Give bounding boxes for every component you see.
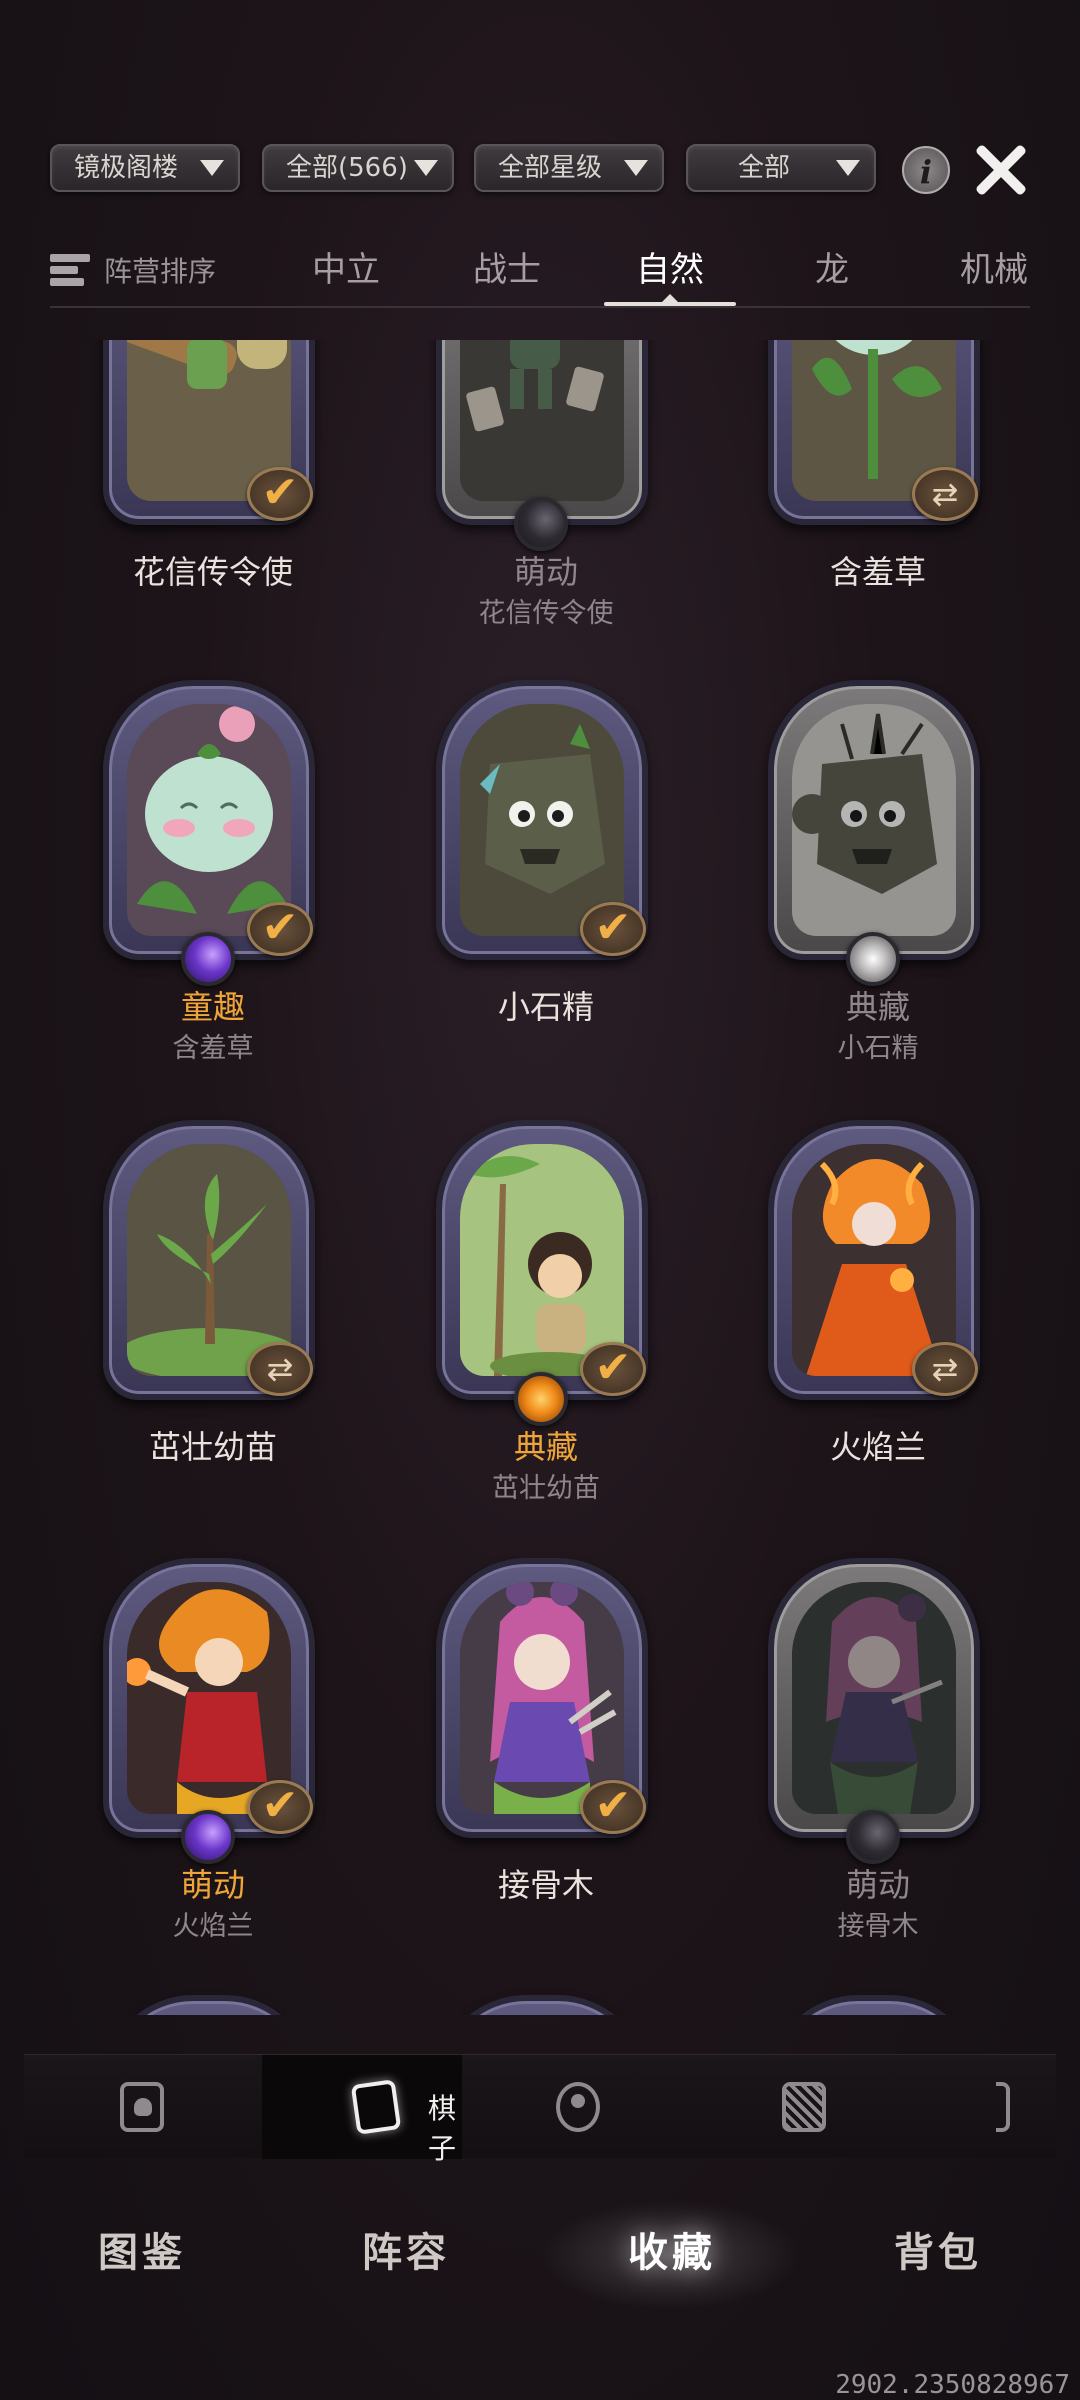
card-name: 含羞草 bbox=[829, 553, 926, 591]
cards-icon bbox=[350, 2079, 402, 2135]
swap-icon: ⇄ bbox=[912, 1342, 978, 1396]
faction-sort-label: 阵营排序 bbox=[104, 255, 217, 288]
card-frame bbox=[103, 1995, 315, 2015]
chevron-down-icon bbox=[414, 160, 438, 176]
card-portrait bbox=[792, 704, 956, 936]
purple-gem-icon bbox=[181, 932, 235, 986]
nav-lineup[interactable]: 阵容 bbox=[306, 2220, 506, 2278]
faction-sort-button[interactable]: 阵营排序 bbox=[50, 246, 216, 294]
floor-filter-dropdown[interactable]: 镜极阁楼 bbox=[50, 144, 240, 192]
swap-icon: ⇄ bbox=[912, 467, 978, 521]
card-base-name: 火焰兰 bbox=[172, 1911, 254, 1942]
avatar-frame-icon bbox=[556, 2082, 600, 2132]
card-base-name: 花信传令使 bbox=[478, 598, 614, 629]
count-filter-dropdown[interactable]: 全部(566) bbox=[262, 144, 454, 192]
tab-mechanical[interactable]: 机械 bbox=[924, 246, 1064, 294]
card-name: 接骨木 bbox=[497, 1866, 594, 1904]
card-base-name: 茁壮幼苗 bbox=[492, 1473, 600, 1504]
card-name: 萌动 bbox=[180, 1866, 245, 1904]
subtab-card-face[interactable] bbox=[754, 2055, 854, 2159]
owned-check-icon: ✔ bbox=[580, 1342, 646, 1396]
chevron-down-icon bbox=[836, 160, 860, 176]
card-name: 典藏 bbox=[845, 988, 910, 1026]
card-name: 火焰兰 bbox=[829, 1428, 926, 1466]
owned-check-icon: ✔ bbox=[247, 902, 313, 956]
card-name: 萌动 bbox=[845, 1866, 910, 1904]
card-frame bbox=[768, 680, 980, 960]
partial-icon bbox=[996, 2082, 1010, 2132]
subtab-pieces[interactable]: 棋子 bbox=[262, 2055, 462, 2165]
silver-gem-icon bbox=[846, 932, 900, 986]
star-filter-dropdown[interactable]: 全部星级 bbox=[474, 144, 664, 192]
card-frame bbox=[768, 1995, 980, 2015]
subtab-pieces-label: 棋子 bbox=[428, 2092, 457, 2165]
owned-check-icon: ✔ bbox=[580, 1780, 646, 1834]
info-icon[interactable]: i bbox=[902, 146, 950, 194]
card-portrait bbox=[792, 1582, 956, 1814]
subtab-avatar-frames[interactable] bbox=[524, 2055, 624, 2159]
card-frame bbox=[436, 1995, 648, 2015]
bottom-nav: 图鉴 阵容 收藏 背包 bbox=[0, 2180, 1080, 2330]
card-base-name: 接骨木 bbox=[837, 1911, 919, 1942]
active-tab-indicator bbox=[604, 294, 736, 306]
subtab-card-backs[interactable] bbox=[94, 2055, 194, 2159]
floor-filter-label: 镜极阁楼 bbox=[74, 153, 179, 183]
card-name: 萌动 bbox=[513, 553, 578, 591]
tab-neutral[interactable]: 中立 bbox=[276, 246, 416, 294]
tab-nature[interactable]: 自然 bbox=[600, 246, 740, 294]
subtab-more[interactable] bbox=[974, 2055, 1034, 2159]
type-filter-dropdown[interactable]: 全部 bbox=[686, 144, 876, 192]
card-name: 小石精 bbox=[497, 988, 594, 1026]
owned-check-icon: ✔ bbox=[580, 902, 646, 956]
card-name: 童趣 bbox=[180, 988, 245, 1026]
faction-tabs: 阵营排序 中立 战士 自然 龙 机械 bbox=[50, 240, 1030, 308]
card-portrait bbox=[792, 1144, 956, 1376]
card-name: 花信传令使 bbox=[132, 553, 293, 591]
nav-backpack[interactable]: 背包 bbox=[838, 2220, 1038, 2278]
filter-bar: 镜极阁楼 全部(566) 全部星级 全部 i bbox=[50, 140, 1030, 202]
collection-subtab-bar: 棋子 bbox=[24, 2054, 1056, 2165]
dark-gem-icon bbox=[514, 497, 568, 551]
card-back-icon bbox=[782, 2082, 826, 2132]
chevron-down-icon bbox=[200, 160, 224, 176]
card-portrait bbox=[460, 340, 624, 501]
purple-gem-icon bbox=[181, 1810, 235, 1864]
orange-gem-icon bbox=[514, 1372, 568, 1426]
owned-check-icon: ✔ bbox=[247, 1780, 313, 1834]
version-label: 2902.2350828967 bbox=[835, 2370, 1070, 2400]
card-frame bbox=[768, 1558, 980, 1838]
card-portrait bbox=[127, 1144, 291, 1376]
card-base-name: 小石精 bbox=[837, 1033, 919, 1064]
star-filter-label: 全部星级 bbox=[498, 153, 603, 183]
tab-dragon[interactable]: 龙 bbox=[762, 246, 902, 294]
owned-check-icon: ✔ bbox=[247, 467, 313, 521]
card-grid[interactable]: ✔ 花信传令使 萌动 花信传令使 ⇄ 含羞草 ✔ 童趣 含羞草 ✔ 小石精 典藏 小石精 ⇄ 茁壮幼苗 ✔ 典藏… bbox=[0, 340, 1080, 2015]
tab-warrior[interactable]: 战士 bbox=[437, 246, 577, 294]
dark-gem-icon bbox=[846, 1810, 900, 1864]
close-icon[interactable] bbox=[970, 140, 1030, 200]
card-ghost-icon bbox=[120, 2082, 164, 2132]
count-filter-label: 全部(566) bbox=[286, 153, 408, 183]
chevron-down-icon bbox=[624, 160, 648, 176]
swap-icon: ⇄ bbox=[247, 1342, 313, 1396]
card-name: 典藏 bbox=[513, 1428, 578, 1466]
card-name: 茁壮幼苗 bbox=[148, 1428, 277, 1466]
nav-handbook[interactable]: 图鉴 bbox=[42, 2220, 242, 2278]
sort-icon bbox=[50, 252, 94, 288]
type-filter-label: 全部 bbox=[738, 153, 791, 183]
nav-collection[interactable]: 收藏 bbox=[572, 2220, 772, 2278]
card-base-name: 含羞草 bbox=[172, 1033, 254, 1064]
